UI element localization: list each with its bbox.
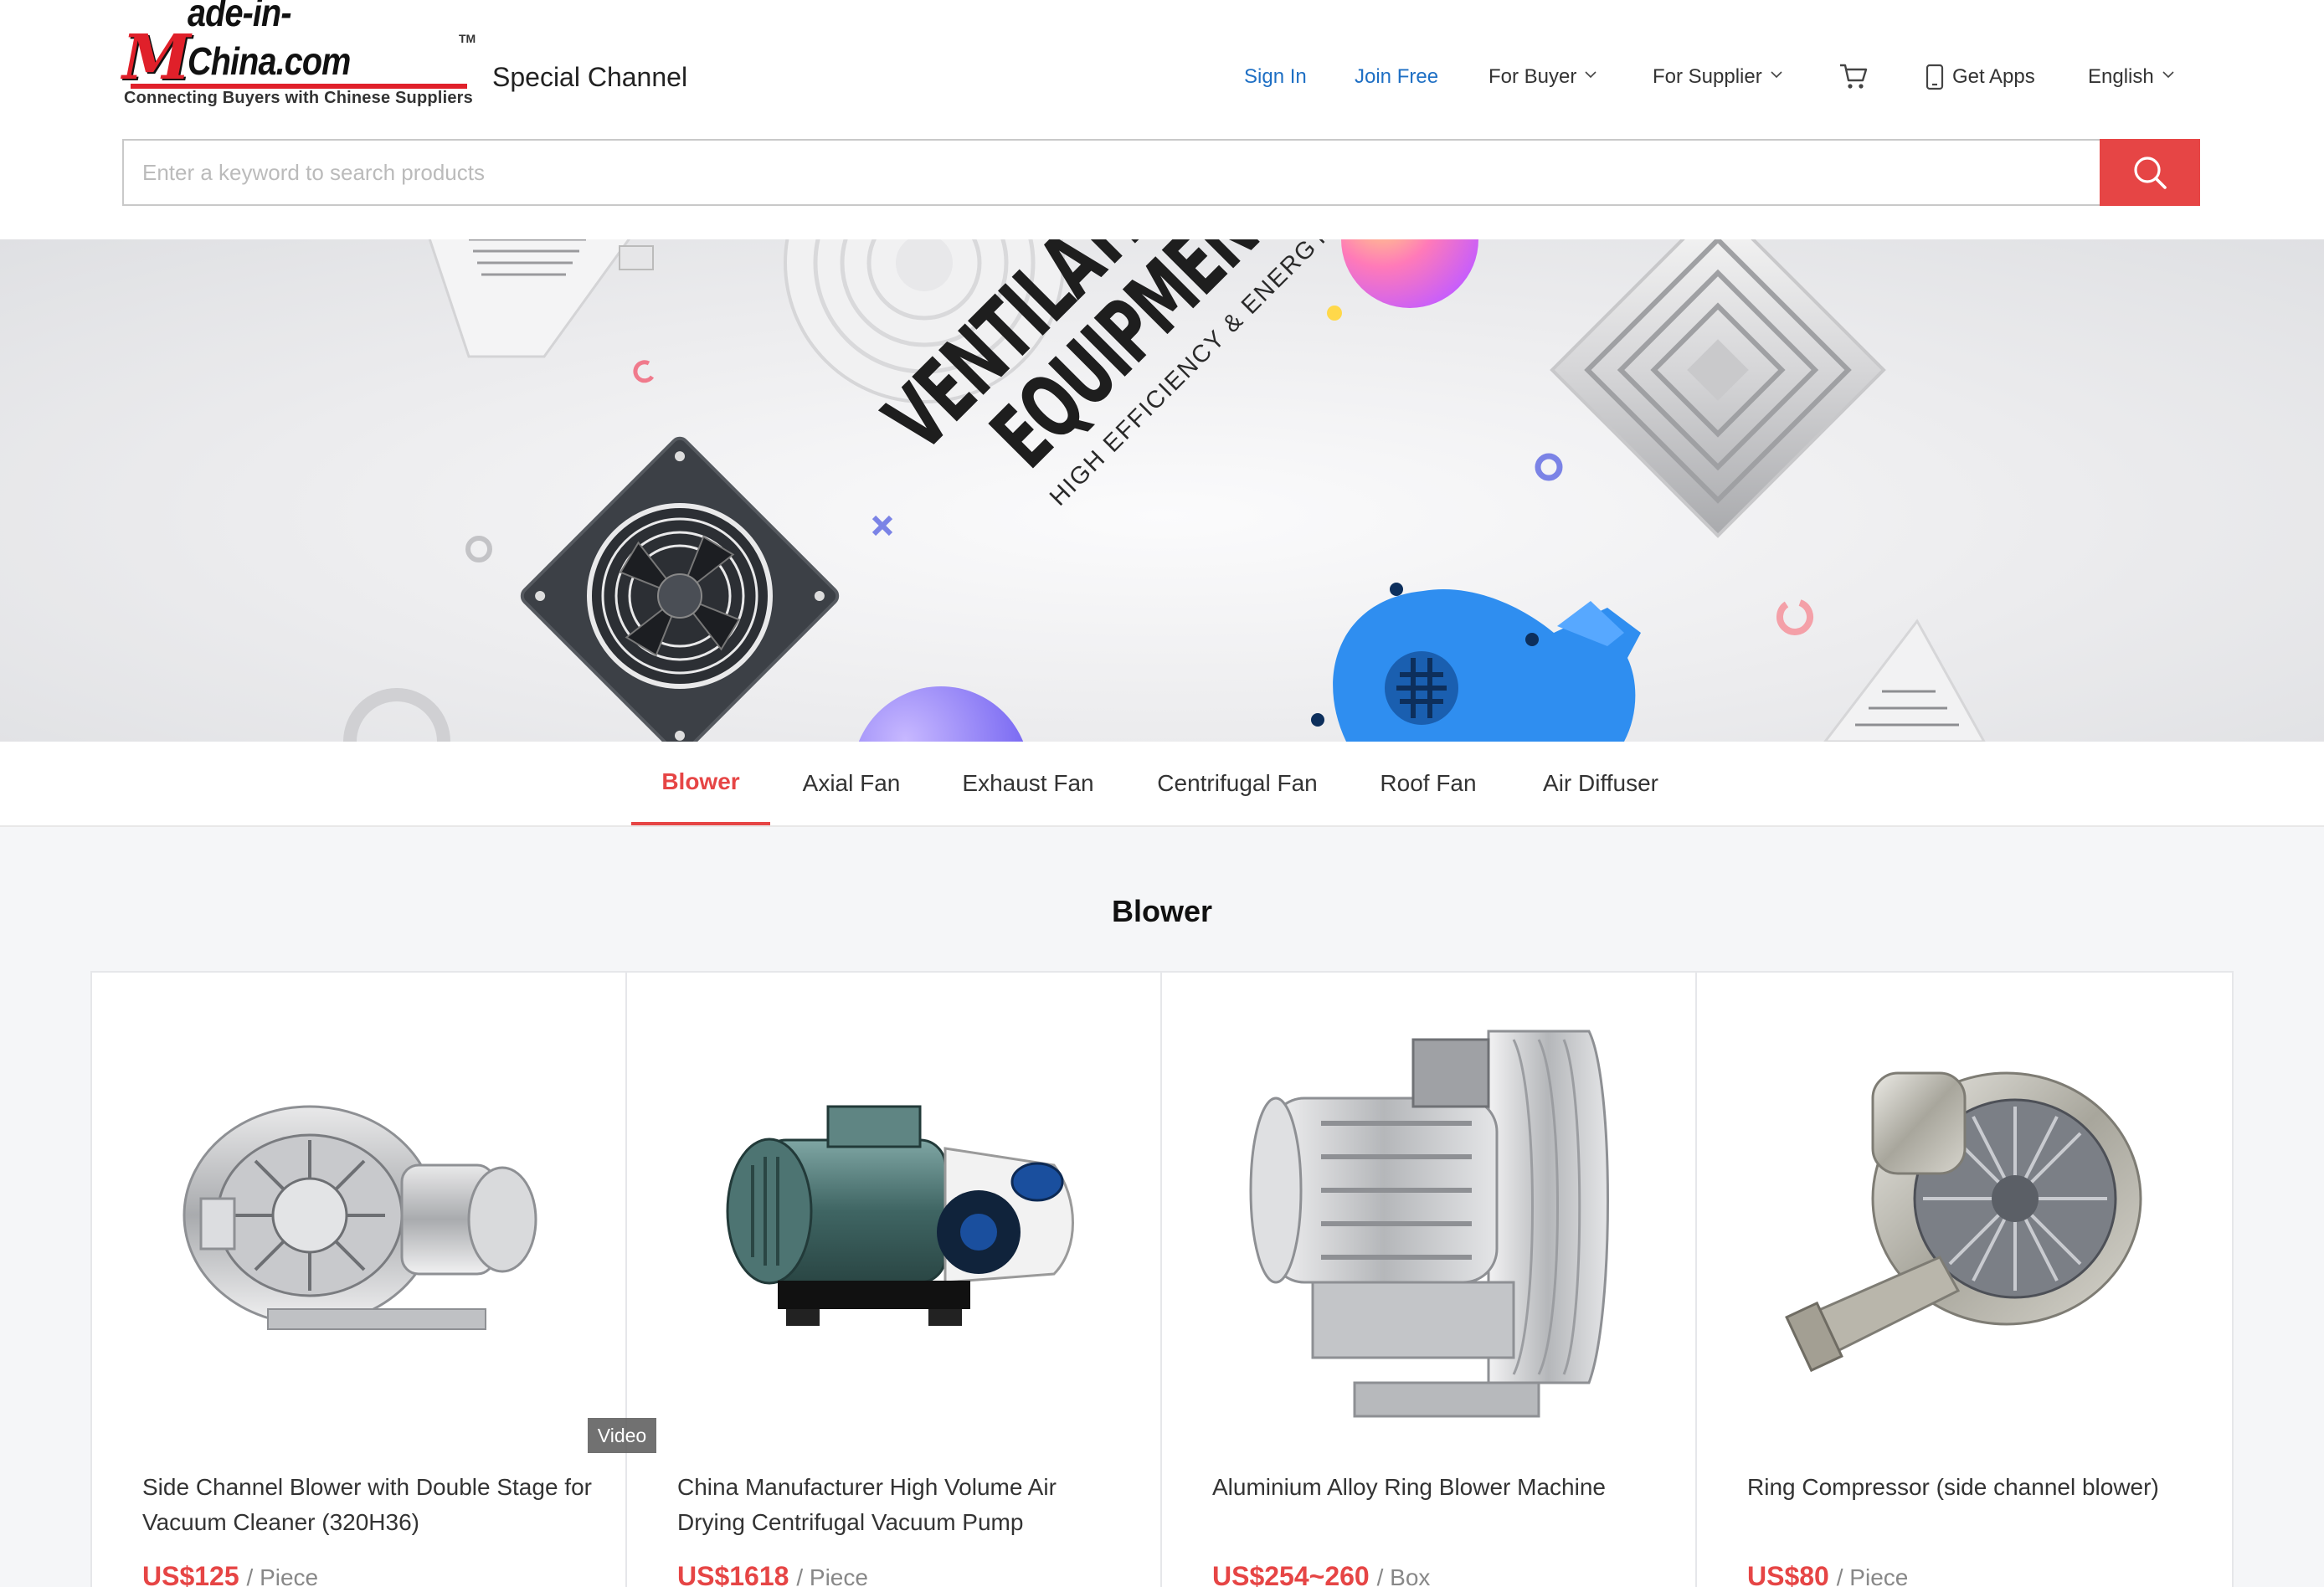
tab-exhaust-fan[interactable]: Exhaust Fan (948, 742, 1108, 825)
product-card[interactable]: Side Channel Blower with Double Stage fo… (92, 973, 627, 1587)
tab-air-diffuser[interactable]: Air Diffuser (1527, 742, 1674, 825)
language-label: English (2088, 65, 2154, 88)
price-unit: / Piece (246, 1564, 319, 1587)
category-tabs: Blower Axial Fan Exhaust Fan Centrifugal… (0, 742, 2324, 827)
for-supplier-menu[interactable]: For Supplier (1653, 60, 1782, 94)
product-price: US$125 / Piece (142, 1559, 318, 1587)
product-image[interactable] (1730, 1006, 2199, 1441)
sign-in-link[interactable]: Sign In (1244, 60, 1307, 94)
for-buyer-label: For Buyer (1488, 65, 1577, 88)
vent-grille-topleft (428, 239, 654, 358)
search-input[interactable] (124, 141, 2100, 204)
axial-fan-illustration (520, 436, 840, 742)
product-title[interactable]: China Manufacturer High Volume Air Dryin… (677, 1470, 1129, 1540)
get-apps-link[interactable]: Get Apps (1926, 60, 2035, 94)
price-unit: / Piece (1836, 1564, 1909, 1587)
hero-banner[interactable]: VENTILATION EQUIPMENT HIGH EFFICIENCY & … (0, 239, 2324, 742)
product-title[interactable]: Ring Compressor (side channel blower) (1747, 1470, 2199, 1505)
price-unit: / Piece (796, 1564, 868, 1587)
search-box (122, 139, 2101, 206)
cart-icon[interactable] (1838, 62, 1869, 90)
product-title[interactable]: Aluminium Alloy Ring Blower Machine (1212, 1470, 1664, 1505)
product-price: US$254~260 / Box (1212, 1559, 1430, 1587)
price-unit: / Box (1376, 1564, 1431, 1587)
section-title: Blower (1111, 894, 1213, 928)
channel-title: Special Channel (492, 62, 688, 92)
search-icon (2134, 157, 2167, 189)
phone-icon (1926, 64, 1944, 90)
logo-letter-m: M (122, 22, 191, 94)
video-badge[interactable]: Video (588, 1418, 656, 1453)
price-value: US$254~260 (1212, 1561, 1370, 1587)
blue-blower-illustration (1311, 583, 1641, 742)
tab-centrifugal-fan[interactable]: Centrifugal Fan (1144, 742, 1331, 825)
logo-trademark: TM (459, 32, 476, 45)
product-grid: Side Channel Blower with Double Stage fo… (90, 971, 2234, 1587)
product-title[interactable]: Side Channel Blower with Double Stage fo… (142, 1470, 594, 1540)
logo-text: ade-in-China.com (187, 0, 351, 83)
price-value: US$80 (1747, 1561, 1829, 1587)
product-card[interactable]: Ring Compressor (side channel blower) US… (1697, 973, 2232, 1587)
join-free-link[interactable]: Join Free (1355, 60, 1438, 94)
search-button[interactable] (2100, 139, 2200, 206)
tab-blower[interactable]: Blower (631, 742, 770, 825)
square-diffuser (1550, 239, 1886, 538)
logo-wordmark: Made-in-China.com (122, 0, 477, 94)
site-header: Made-in-China.com TM Connecting Buyers w… (0, 0, 2324, 239)
chevron-down-icon (1771, 69, 1782, 80)
product-card[interactable]: China Manufacturer High Volume Air Dryin… (627, 973, 1162, 1587)
vent-grille-bottomright (1823, 619, 1986, 742)
tab-roof-fan[interactable]: Roof Fan (1365, 742, 1492, 825)
chevron-down-icon (2162, 69, 2174, 80)
site-logo[interactable]: Made-in-China.com TM Connecting Buyers w… (122, 0, 477, 109)
tab-axial-fan[interactable]: Axial Fan (789, 742, 914, 825)
product-image[interactable] (126, 1006, 594, 1441)
product-price: US$80 / Piece (1747, 1559, 1908, 1587)
logo-tagline: Connecting Buyers with Chinese Suppliers (124, 89, 473, 107)
chevron-down-icon (1585, 69, 1596, 80)
price-value: US$125 (142, 1561, 239, 1587)
product-image[interactable] (1195, 1006, 1664, 1441)
price-value: US$1618 (677, 1561, 789, 1587)
for-supplier-label: For Supplier (1653, 65, 1762, 88)
get-apps-label: Get Apps (1952, 65, 2035, 88)
product-price: US$1618 / Piece (677, 1559, 868, 1587)
product-image[interactable] (661, 1006, 1129, 1441)
product-card[interactable]: Aluminium Alloy Ring Blower Machine US$2… (1162, 973, 1697, 1587)
language-selector[interactable]: English (2088, 60, 2174, 94)
for-buyer-menu[interactable]: For Buyer (1488, 60, 1596, 94)
